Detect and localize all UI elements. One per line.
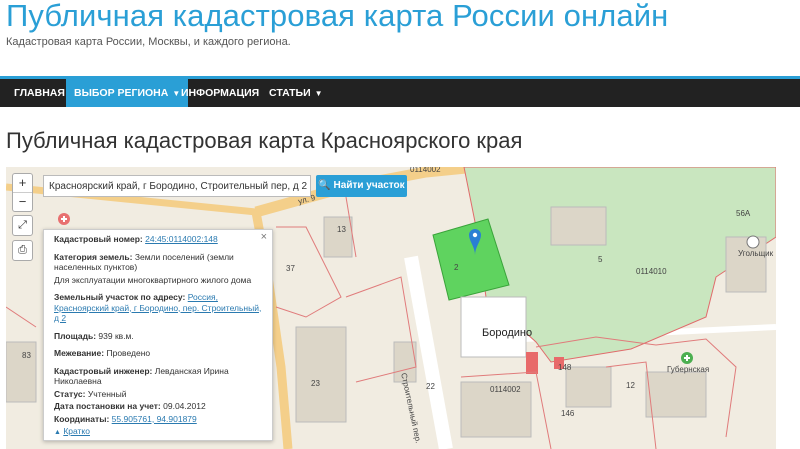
cad-number-link[interactable]: 24:45:0114002:148 [145, 234, 218, 244]
nav-articles[interactable]: СТАТЬИ ▼ [261, 79, 331, 107]
date-value: 09.04.2012 [163, 401, 206, 411]
building [550, 206, 607, 246]
building [6, 341, 37, 403]
close-icon[interactable]: × [261, 232, 267, 243]
address-label: Земельный участок по адресу: [54, 292, 186, 302]
site-subtitle: Кадастровая карта России, Москвы, и кажд… [6, 36, 291, 48]
hospital-cross [63, 216, 65, 222]
number-label: 13 [337, 225, 346, 234]
site-title[interactable]: Публичная кадастровая карта России онлай… [6, 0, 668, 34]
quarter-label: 0114010 [636, 267, 667, 276]
building-red [526, 352, 538, 374]
nav-home-label: ГЛАВНАЯ [14, 87, 65, 99]
town-label: Бородино [482, 327, 533, 339]
use-value: Для эксплуатации многоквартирного жилого… [54, 274, 252, 285]
area-value: 939 кв.м. [98, 330, 134, 341]
zoom-control: + − [12, 173, 33, 212]
engineer-label: Кадастровый инженер: [54, 365, 153, 376]
category-label: Категория земель: [54, 251, 133, 262]
area-label: Площадь: [54, 330, 97, 341]
quarter-label: 0114002 [410, 167, 441, 174]
zoom-out-button[interactable]: − [13, 193, 32, 211]
cadastral-map[interactable]: ул. 9 Строительный пер. Бородино Губернс… [6, 167, 776, 449]
nav-select-region[interactable]: ВЫБОР РЕГИОНА ▼ [66, 79, 189, 107]
brief-link[interactable]: Кратко [63, 426, 90, 436]
quarter-label: 0114002 [490, 385, 521, 394]
number-label: 12 [626, 381, 635, 390]
building [295, 326, 347, 423]
pin-dot [472, 232, 478, 238]
page-title: Публичная кадастровая карта Красноярског… [6, 128, 523, 153]
zoom-in-button[interactable]: + [13, 174, 32, 193]
nav-info-label: ИНФОРМАЦИЯ [181, 87, 260, 99]
number-label: 146 [561, 409, 575, 418]
number-label: 148 [558, 363, 572, 372]
address-search-input[interactable]: Красноярский край, г Бородино, Строитель… [43, 175, 311, 197]
number-label: 22 [426, 382, 435, 391]
pharmacy-cross [686, 355, 688, 361]
coords-link[interactable]: 55.905761, 94.901879 [112, 414, 197, 424]
parcel-info-popup: × Кадастровый номер: 24:45:0114002:148 К… [43, 229, 273, 441]
poi-label-ugolshchik: Угольщик [738, 249, 774, 258]
nav-info[interactable]: ИНФОРМАЦИЯ [173, 79, 267, 107]
number-label: 37 [286, 264, 295, 273]
status-label: Статус: [54, 388, 86, 399]
number-label: 5 [598, 255, 603, 264]
building [725, 236, 767, 293]
find-parcel-button[interactable]: 🔍 Найти участок [316, 175, 407, 197]
survey-label: Межевание: [54, 348, 105, 358]
main-nav: ГЛАВНАЯ ВЫБОР РЕГИОНА ▼ ИНФОРМАЦИЯ СТАТЬИ… [0, 76, 800, 107]
nav-articles-label: СТАТЬИ [269, 87, 311, 99]
chevron-down-icon: ▼ [314, 89, 323, 98]
building [565, 366, 612, 408]
cad-number-label: Кадастровый номер: [54, 234, 143, 244]
museum-icon[interactable] [746, 235, 760, 249]
survey-value: Проведено [106, 348, 151, 358]
poi-label-gubernskaya: Губернская [667, 365, 710, 374]
building [645, 371, 707, 418]
building [323, 216, 353, 258]
number-label: 83 [22, 351, 31, 360]
number-label: 23 [311, 379, 320, 388]
print-icon[interactable]: ⎙ [12, 240, 33, 261]
number-label: 2 [454, 263, 459, 272]
nav-select-region-label: ВЫБОР РЕГИОНА [74, 87, 169, 99]
find-parcel-label: Найти участок [333, 180, 405, 191]
fullscreen-icon[interactable]: ⤢ [12, 215, 33, 236]
number-label: 56А [736, 209, 751, 218]
date-label: Дата постановки на учет: [54, 401, 161, 411]
nav-home[interactable]: ГЛАВНАЯ [6, 79, 73, 107]
coords-label: Координаты: [54, 413, 110, 424]
status-value: Учтенный [87, 388, 127, 399]
chevron-up-icon: ▲ [54, 429, 61, 436]
search-icon: 🔍 [318, 180, 331, 191]
